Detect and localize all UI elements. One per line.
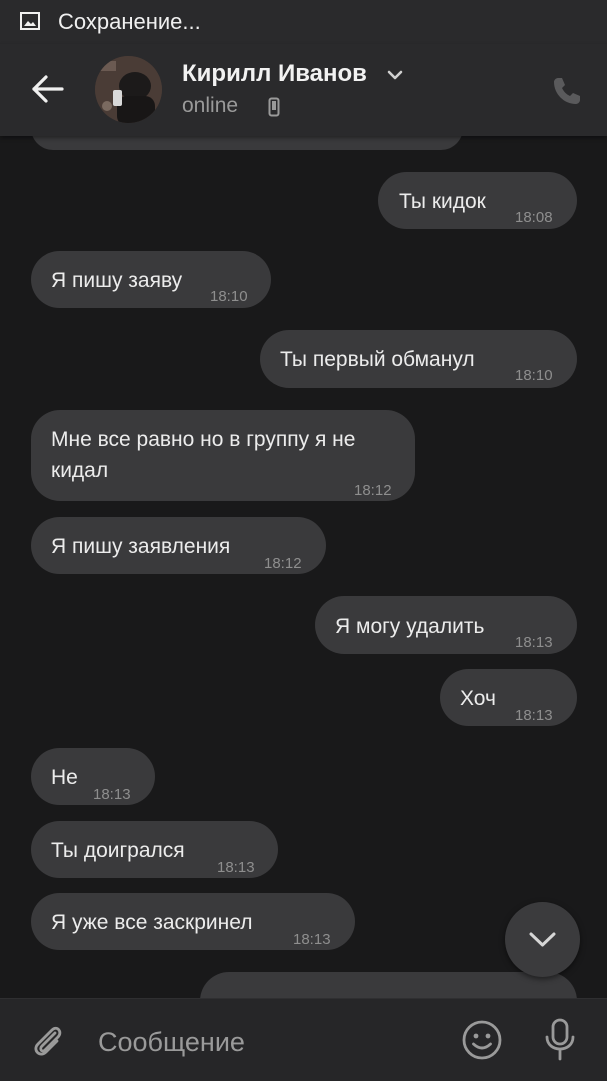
message-text: Я пишу заяву	[51, 269, 183, 292]
message-bubble-incoming[interactable]: Я пишу заявления 18:12	[31, 517, 326, 574]
message-list[interactable]: Ты кидок 18:08 Я пишу заяву 18:10 Ты пер…	[0, 136, 607, 998]
message-text: Ты первый обманул	[280, 348, 475, 371]
contact-name[interactable]: Кирилл Иванов	[182, 60, 367, 88]
message-bubble-incoming[interactable]: Я уже все заскринел 18:13	[31, 893, 355, 950]
back-button[interactable]	[22, 66, 72, 112]
message-time: 18:12	[354, 482, 392, 499]
message-time: 18:08	[515, 209, 553, 226]
microphone-button[interactable]	[540, 1017, 580, 1063]
message-text: Ты кидок	[399, 190, 486, 213]
message-text: Хоч	[460, 687, 496, 710]
chevron-down-icon	[529, 932, 556, 947]
image-icon	[20, 12, 40, 30]
message-composer	[0, 998, 607, 1081]
message-time: 18:10	[210, 288, 248, 305]
status-bar: Сохранение...	[0, 0, 607, 44]
call-button[interactable]	[550, 74, 584, 108]
arrow-left-icon	[32, 75, 64, 103]
message-text: Ты доигрался	[51, 839, 185, 862]
message-time: 18:13	[515, 707, 553, 724]
phone-icon	[554, 78, 580, 104]
message-bubble-incoming[interactable]: Не 18:13	[31, 748, 155, 805]
message-bubble-outgoing[interactable]: Ты кидок 18:08	[378, 172, 577, 229]
message-bubble-outgoing[interactable]: Хоч 18:13	[440, 669, 577, 726]
paperclip-icon	[34, 1026, 62, 1056]
chat-header: Кирилл Иванов online	[0, 44, 607, 136]
contact-status: online	[182, 94, 239, 117]
message-time: 18:13	[93, 786, 131, 803]
emoji-button[interactable]	[461, 1019, 503, 1061]
message-text: Не	[51, 766, 78, 789]
message-bubble-incoming[interactable]: Я пишу заяву 18:10	[31, 251, 271, 308]
message-text: Я уже все заскринел	[51, 911, 253, 934]
message-bubble-incoming[interactable]: Мне все равно но в группу я не кидал 18:…	[31, 410, 415, 501]
scroll-down-button[interactable]	[505, 902, 580, 977]
message-input[interactable]	[96, 1019, 440, 1065]
message-time: 18:12	[264, 555, 302, 572]
avatar-image	[95, 56, 162, 123]
chevron-down-icon[interactable]	[386, 68, 404, 82]
attach-button[interactable]	[28, 1021, 68, 1061]
avatar[interactable]	[95, 56, 162, 123]
message-time: 18:13	[515, 634, 553, 651]
message-bubble-outgoing[interactable]: Я могу удалить 18:13	[315, 596, 577, 654]
message-bubble-outgoing[interactable]: Ты первый обманул 18:10	[260, 330, 577, 388]
status-bar-text: Сохранение...	[58, 9, 201, 34]
microphone-icon	[545, 1018, 575, 1061]
message-time: 18:13	[217, 859, 255, 876]
message-bubble-partial	[31, 136, 463, 150]
message-text: Я могу удалить	[335, 615, 485, 638]
mobile-phone-icon	[268, 97, 280, 117]
smiley-icon	[462, 1020, 502, 1060]
message-time: 18:13	[293, 931, 331, 948]
message-text: Мне все равно но в группу я не кидал	[51, 428, 356, 482]
message-text: Я пишу заявления	[51, 535, 231, 558]
message-time: 18:10	[515, 367, 553, 384]
message-bubble-incoming[interactable]: Ты доигрался 18:13	[31, 821, 278, 878]
